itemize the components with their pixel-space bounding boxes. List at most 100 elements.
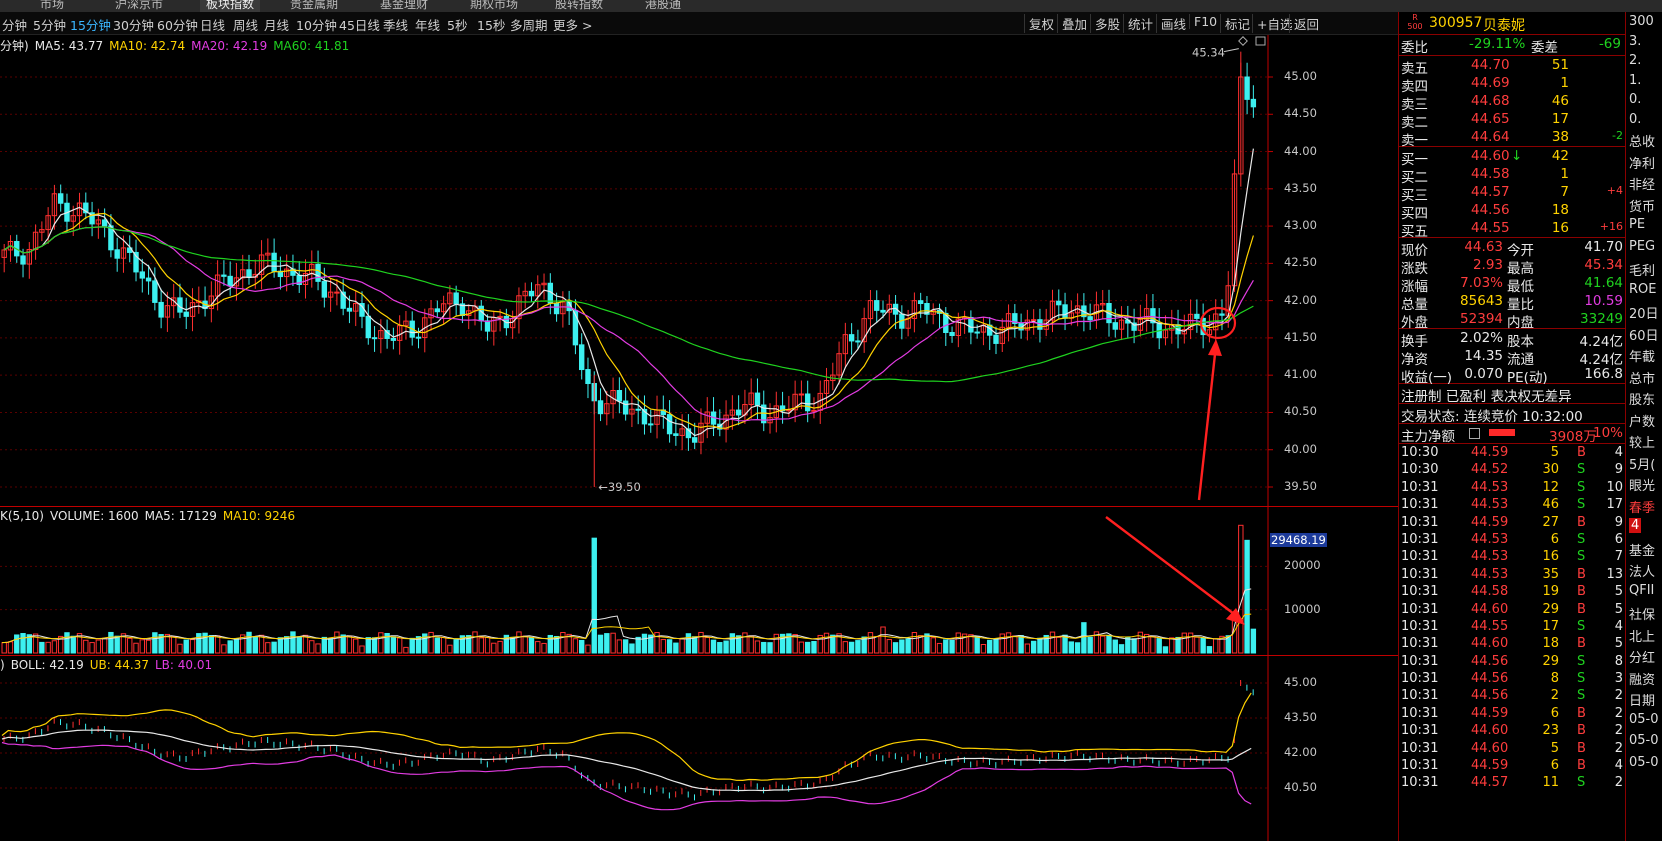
bids-row[interactable]: 买五 44.55 16 +16 bbox=[1399, 219, 1625, 240]
candle-body bbox=[1194, 313, 1200, 319]
f10-item[interactable]: 05-0 bbox=[1629, 733, 1659, 748]
period-tab-0[interactable]: 分钟 bbox=[2, 15, 27, 34]
bids-row[interactable]: 买一 44.60 ↓ 42 bbox=[1399, 147, 1625, 168]
toolbar-button-8[interactable]: 返回 bbox=[1289, 14, 1319, 33]
period-tab-11[interactable]: 年线 bbox=[415, 15, 440, 34]
period-tab-8[interactable]: 10分钟 bbox=[296, 15, 337, 34]
period-tab-5[interactable]: 日线 bbox=[200, 15, 225, 34]
bids-row[interactable]: 买二 44.58 1 bbox=[1399, 165, 1625, 186]
market-tab-2[interactable]: 板块指数 bbox=[200, 0, 261, 12]
settings-icon[interactable] bbox=[1469, 428, 1480, 439]
period-tab-12[interactable]: 5秒 bbox=[447, 15, 467, 34]
trade-row: 10:31 44.55 17 S 4 bbox=[1399, 618, 1625, 635]
f10-item[interactable]: 较上 bbox=[1629, 432, 1655, 451]
f10-item[interactable]: 法人 bbox=[1629, 561, 1655, 580]
market-tab-5[interactable]: 期权市场 bbox=[470, 0, 518, 12]
f10-item[interactable]: 5月( bbox=[1629, 454, 1655, 473]
price-tick-label: 40.50 bbox=[1284, 404, 1317, 419]
f10-item[interactable]: 3. bbox=[1629, 34, 1641, 49]
f10-item[interactable]: 春季 bbox=[1629, 497, 1655, 516]
asks-row[interactable]: 卖五 44.70 51 bbox=[1399, 56, 1625, 77]
f10-item[interactable]: ROE bbox=[1629, 282, 1656, 297]
period-tab-13[interactable]: 15秒 bbox=[477, 15, 505, 34]
toolbar-button-2[interactable]: 多股 bbox=[1090, 14, 1120, 33]
price-chart-panel[interactable]: 45.34 ←39.50 分钟) MA5: 43.77 MA10: 42.74 MA20… bbox=[0, 35, 1398, 507]
market-tab-6[interactable]: 股转指数 bbox=[555, 0, 603, 12]
f10-item[interactable]: QFII bbox=[1629, 583, 1654, 598]
f10-item[interactable]: 毛利 bbox=[1629, 260, 1655, 279]
f10-item[interactable]: 05-0 bbox=[1629, 712, 1659, 727]
period-tab-2[interactable]: 15分钟 bbox=[70, 15, 111, 34]
period-tab-1[interactable]: 5分钟 bbox=[33, 15, 66, 34]
boll-chart[interactable] bbox=[0, 656, 1398, 841]
trade-ticks[interactable]: 10:30 44.59 5 B 4 10:30 44.52 30 S 9 10:31 44.53 12 S… bbox=[1399, 444, 1625, 792]
period-tab-14[interactable]: 多周期 bbox=[510, 15, 548, 34]
f10-item[interactable]: PEG bbox=[1629, 239, 1655, 254]
f10-item[interactable]: 0. bbox=[1629, 92, 1641, 107]
toolbar-button-0[interactable]: 复权 bbox=[1024, 14, 1054, 33]
asks-row[interactable]: 卖三 44.68 46 bbox=[1399, 92, 1625, 113]
period-tab-15[interactable]: 更多 > bbox=[553, 15, 592, 34]
asks-row[interactable]: 卖一 44.64 38 -2 bbox=[1399, 128, 1625, 149]
f10-item[interactable]: 0. bbox=[1629, 112, 1641, 127]
f10-item[interactable]: 基金 bbox=[1629, 540, 1655, 559]
period-tab-6[interactable]: 周线 bbox=[233, 15, 258, 34]
toolbar-button-4[interactable]: 画线 bbox=[1156, 14, 1186, 33]
volume-chart[interactable] bbox=[0, 507, 1398, 655]
market-tab-3[interactable]: 贵金属期 bbox=[290, 0, 338, 12]
fund-row: 净资 14.35 流通 4.24亿 bbox=[1399, 347, 1625, 368]
trade-row: 10:31 44.56 29 S 8 bbox=[1399, 653, 1625, 670]
period-tab-9[interactable]: 45日线 bbox=[339, 15, 380, 34]
period-tab-7[interactable]: 月线 bbox=[264, 15, 289, 34]
volume-panel[interactable]: K(5,10) VOLUME: 1600 MA5: 17129 MA10: 9246 … bbox=[0, 507, 1398, 656]
asks-row[interactable]: 卖四 44.69 1 bbox=[1399, 74, 1625, 95]
volume-bar bbox=[541, 642, 547, 654]
f10-item[interactable]: 2. bbox=[1629, 53, 1641, 68]
f10-item[interactable]: 股东 bbox=[1629, 389, 1655, 408]
f10-item[interactable]: 1. bbox=[1629, 73, 1641, 88]
volume-bar bbox=[371, 637, 378, 654]
stock-header[interactable]: R 500 300957 贝泰妮 bbox=[1399, 12, 1625, 35]
f10-item[interactable]: PE bbox=[1629, 217, 1645, 232]
f10-item[interactable]: 融资 bbox=[1629, 669, 1655, 688]
f10-item[interactable]: 总市 bbox=[1629, 368, 1655, 387]
asks-row[interactable]: 卖二 44.65 17 bbox=[1399, 110, 1625, 131]
candlestick-chart[interactable]: 45.34 ←39.50 bbox=[0, 35, 1398, 506]
f10-item[interactable]: 净利 bbox=[1629, 153, 1655, 172]
f10-item[interactable]: 60日 bbox=[1629, 325, 1659, 344]
f10-item[interactable]: 年截 bbox=[1629, 346, 1655, 365]
f10-item[interactable]: 货币 bbox=[1629, 196, 1655, 215]
f10-item[interactable]: 非经 bbox=[1629, 174, 1655, 193]
toolbar-button-5[interactable]: F10 bbox=[1189, 14, 1217, 29]
main-force-row[interactable]: 主力净额 3908万 10% bbox=[1399, 424, 1625, 445]
f10-item[interactable]: 05-0 bbox=[1629, 755, 1659, 770]
market-tab-4[interactable]: 基金理财 bbox=[380, 0, 428, 12]
f10-item[interactable]: 4 bbox=[1629, 518, 1642, 533]
bids-row[interactable]: 买三 44.57 7 +4 bbox=[1399, 183, 1625, 204]
market-tab-7[interactable]: 港股通 bbox=[645, 0, 681, 12]
market-tab-1[interactable]: 沪深京市 bbox=[115, 0, 163, 12]
toolbar-button-1[interactable]: 叠加 bbox=[1057, 14, 1087, 33]
f10-item[interactable]: 社保 bbox=[1629, 604, 1655, 623]
f10-item[interactable]: 20日 bbox=[1629, 303, 1659, 322]
f10-item[interactable]: 总收 bbox=[1629, 131, 1655, 150]
f10-item[interactable]: 眼光 bbox=[1629, 475, 1655, 494]
f10-item[interactable]: 户数 bbox=[1629, 411, 1655, 430]
f10-item[interactable]: 300 bbox=[1629, 14, 1654, 29]
toolbar-button-3[interactable]: 统计 bbox=[1123, 14, 1153, 33]
market-tab-0[interactable]: 市场 bbox=[40, 0, 64, 12]
volume-bar bbox=[390, 636, 397, 654]
volume-bar bbox=[723, 640, 729, 654]
quote-grid: 现价 44.63 今开 41.70 涨跌 2.93 最高 45.34 涨幅 7.03% 最低 41.6… bbox=[1399, 238, 1625, 331]
volume-bar bbox=[622, 639, 629, 654]
toolbar-button-7[interactable]: +自选 bbox=[1252, 14, 1292, 33]
bids-row[interactable]: 买四 44.56 18 bbox=[1399, 201, 1625, 222]
f10-item[interactable]: 日期 bbox=[1629, 690, 1655, 709]
period-tab-10[interactable]: 季线 bbox=[383, 15, 408, 34]
f10-item[interactable]: 分红 bbox=[1629, 647, 1655, 666]
boll-panel[interactable]: ) BOLL: 42.19 UB: 44.37 LB: 40.01 45.00 43.5… bbox=[0, 656, 1398, 841]
f10-item[interactable]: 北上 bbox=[1629, 626, 1655, 645]
period-tab-4[interactable]: 60分钟 bbox=[157, 15, 198, 34]
period-tab-3[interactable]: 30分钟 bbox=[113, 15, 154, 34]
toolbar-button-6[interactable]: 标记 bbox=[1220, 14, 1250, 33]
